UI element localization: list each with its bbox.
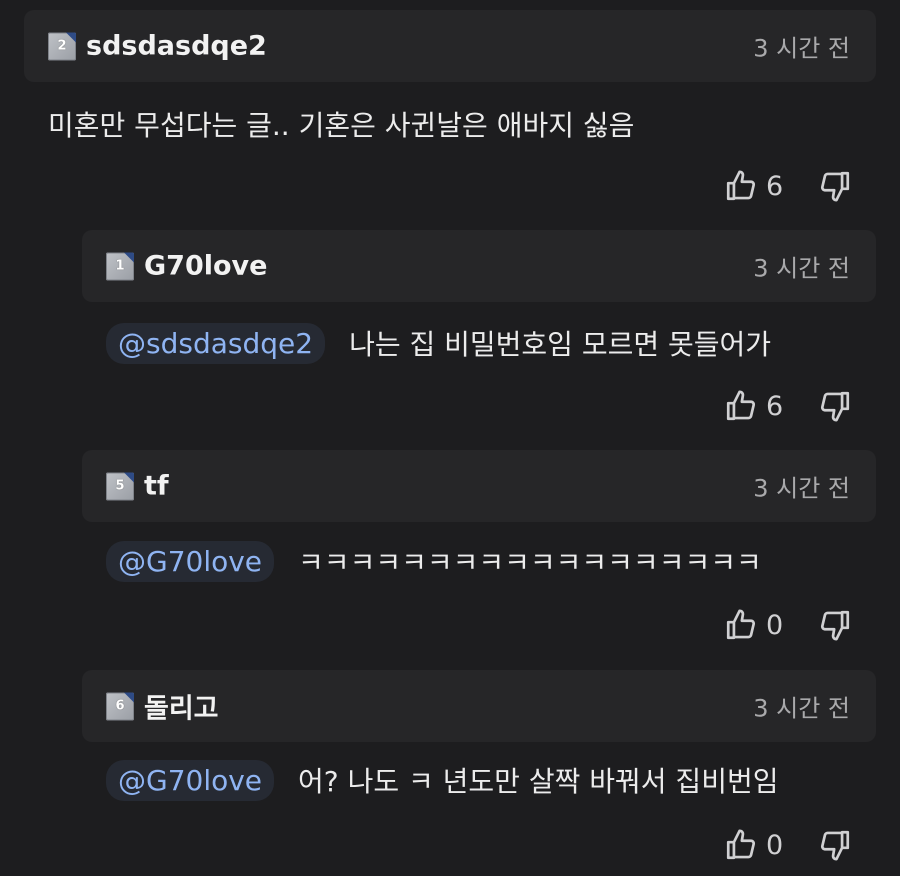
dislike-button[interactable] xyxy=(818,828,852,862)
like-count: 6 xyxy=(766,390,784,422)
level-badge-icon: 2 xyxy=(48,32,76,60)
level-badge-icon: 6 xyxy=(106,692,134,720)
comment-body: 나는 집 비밀번호임 모르면 못들어가 xyxy=(349,328,772,361)
comment-body: 어? 나도 ㅋ 년도만 살짝 바꿔서 집비번임 xyxy=(298,765,779,798)
thumbs-down-icon xyxy=(820,610,850,641)
mention-tag[interactable]: @sdsdasdqe2 xyxy=(106,322,326,364)
thumbs-down-icon xyxy=(820,391,850,422)
dislike-button[interactable] xyxy=(818,389,852,423)
comment-header: 1 G70love 3 시간 전 xyxy=(82,230,876,302)
comment-author[interactable]: 2 sdsdasdqe2 xyxy=(48,31,267,62)
comment-author[interactable]: 5 tf xyxy=(106,471,169,502)
like-count: 0 xyxy=(766,829,784,861)
username[interactable]: tf xyxy=(144,471,169,502)
comment-text: @G70love ㅋㅋㅋㅋㅋㅋㅋㅋㅋㅋㅋㅋㅋㅋㅋㅋㅋㅋ xyxy=(106,538,762,584)
like-button[interactable]: 0 xyxy=(724,608,788,642)
comment-header: 2 sdsdasdqe2 3 시간 전 xyxy=(24,10,876,82)
comment-text: @G70love 어? 나도 ㅋ 년도만 살짝 바꿔서 집비번임 xyxy=(106,757,778,803)
comment-author[interactable]: 6 돌리고 xyxy=(106,687,219,726)
like-button[interactable]: 6 xyxy=(724,389,788,423)
comment-actions: 0 xyxy=(724,603,852,647)
comment-body: ㅋㅋㅋㅋㅋㅋㅋㅋㅋㅋㅋㅋㅋㅋㅋㅋㅋㅋ xyxy=(298,546,762,579)
comment-actions: 6 xyxy=(724,384,852,428)
username[interactable]: G70love xyxy=(144,251,267,282)
thumbs-down-icon xyxy=(820,171,850,202)
comment-text: 미혼만 무섭다는 글.. 기혼은 사귄날은 애바지 싫음 xyxy=(48,104,634,144)
timestamp: 3 시간 전 xyxy=(753,34,850,63)
timestamp: 3 시간 전 xyxy=(753,474,850,503)
dislike-button[interactable] xyxy=(818,608,852,642)
thumbs-up-icon xyxy=(726,609,756,640)
comment-text: @sdsdasdqe2 나는 집 비밀번호임 모르면 못들어가 xyxy=(106,320,771,366)
level-badge-icon: 1 xyxy=(106,252,134,280)
comment-actions: 6 xyxy=(724,164,852,208)
like-button[interactable]: 6 xyxy=(724,169,788,203)
comment-body: 미혼만 무섭다는 글.. 기혼은 사귄날은 애바지 싫음 xyxy=(48,109,635,142)
like-count: 0 xyxy=(766,609,784,641)
mention-tag[interactable]: @G70love xyxy=(106,540,275,582)
timestamp: 3 시간 전 xyxy=(753,254,850,283)
thumbs-up-icon xyxy=(726,170,756,201)
like-button[interactable]: 0 xyxy=(724,828,788,862)
thumbs-up-icon xyxy=(726,829,756,860)
comment-header: 5 tf 3 시간 전 xyxy=(82,450,876,522)
username[interactable]: sdsdasdqe2 xyxy=(86,31,267,62)
comment-actions: 0 xyxy=(724,823,852,867)
like-count: 6 xyxy=(766,170,784,202)
level-badge-icon: 5 xyxy=(106,472,134,500)
thumbs-down-icon xyxy=(820,830,850,861)
mention-tag[interactable]: @G70love xyxy=(106,759,275,801)
comment-header: 6 돌리고 3 시간 전 xyxy=(82,670,876,742)
username[interactable]: 돌리고 xyxy=(144,687,219,726)
thumbs-up-icon xyxy=(726,390,756,421)
dislike-button[interactable] xyxy=(818,169,852,203)
comment-author[interactable]: 1 G70love xyxy=(106,251,267,282)
timestamp: 3 시간 전 xyxy=(753,694,850,723)
